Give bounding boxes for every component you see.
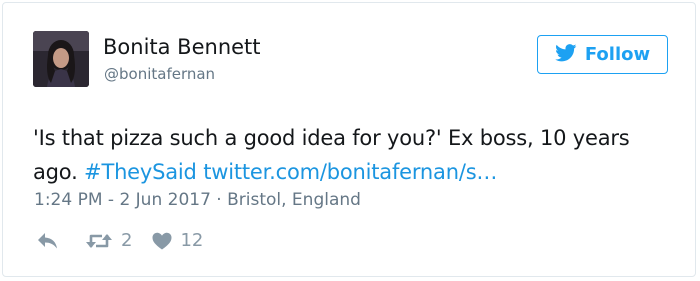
display-name[interactable]: Bonita Bennett xyxy=(103,37,261,58)
reply-button[interactable] xyxy=(37,232,59,250)
tweet-url-link[interactable]: twitter.com/bonitafernan/s… xyxy=(203,160,497,184)
username[interactable]: @bonitafernan xyxy=(104,67,215,82)
avatar[interactable] xyxy=(33,31,89,87)
follow-label: Follow xyxy=(584,43,651,65)
avatar-photo xyxy=(33,31,89,87)
tweet-card: Bonita Bennett @bonitafernan Follow 'Is … xyxy=(2,2,696,277)
tweet-text: 'Is that pizza such a good idea for you?… xyxy=(33,121,673,189)
heart-icon xyxy=(152,232,172,250)
reply-icon xyxy=(37,232,59,250)
tweet-timestamp[interactable]: 1:24 PM - 2 Jun 2017 · Bristol, England xyxy=(34,192,361,209)
hashtag-link[interactable]: #TheySaid xyxy=(84,160,197,184)
like-button[interactable]: 12 xyxy=(152,232,203,250)
tweet-actions: 2 12 xyxy=(37,230,203,252)
twitter-bird-icon xyxy=(554,43,577,66)
retweet-icon xyxy=(85,231,113,251)
retweet-count: 2 xyxy=(121,230,133,251)
like-count: 12 xyxy=(180,230,204,251)
retweet-button[interactable]: 2 xyxy=(85,231,132,251)
follow-button[interactable]: Follow xyxy=(537,35,668,74)
